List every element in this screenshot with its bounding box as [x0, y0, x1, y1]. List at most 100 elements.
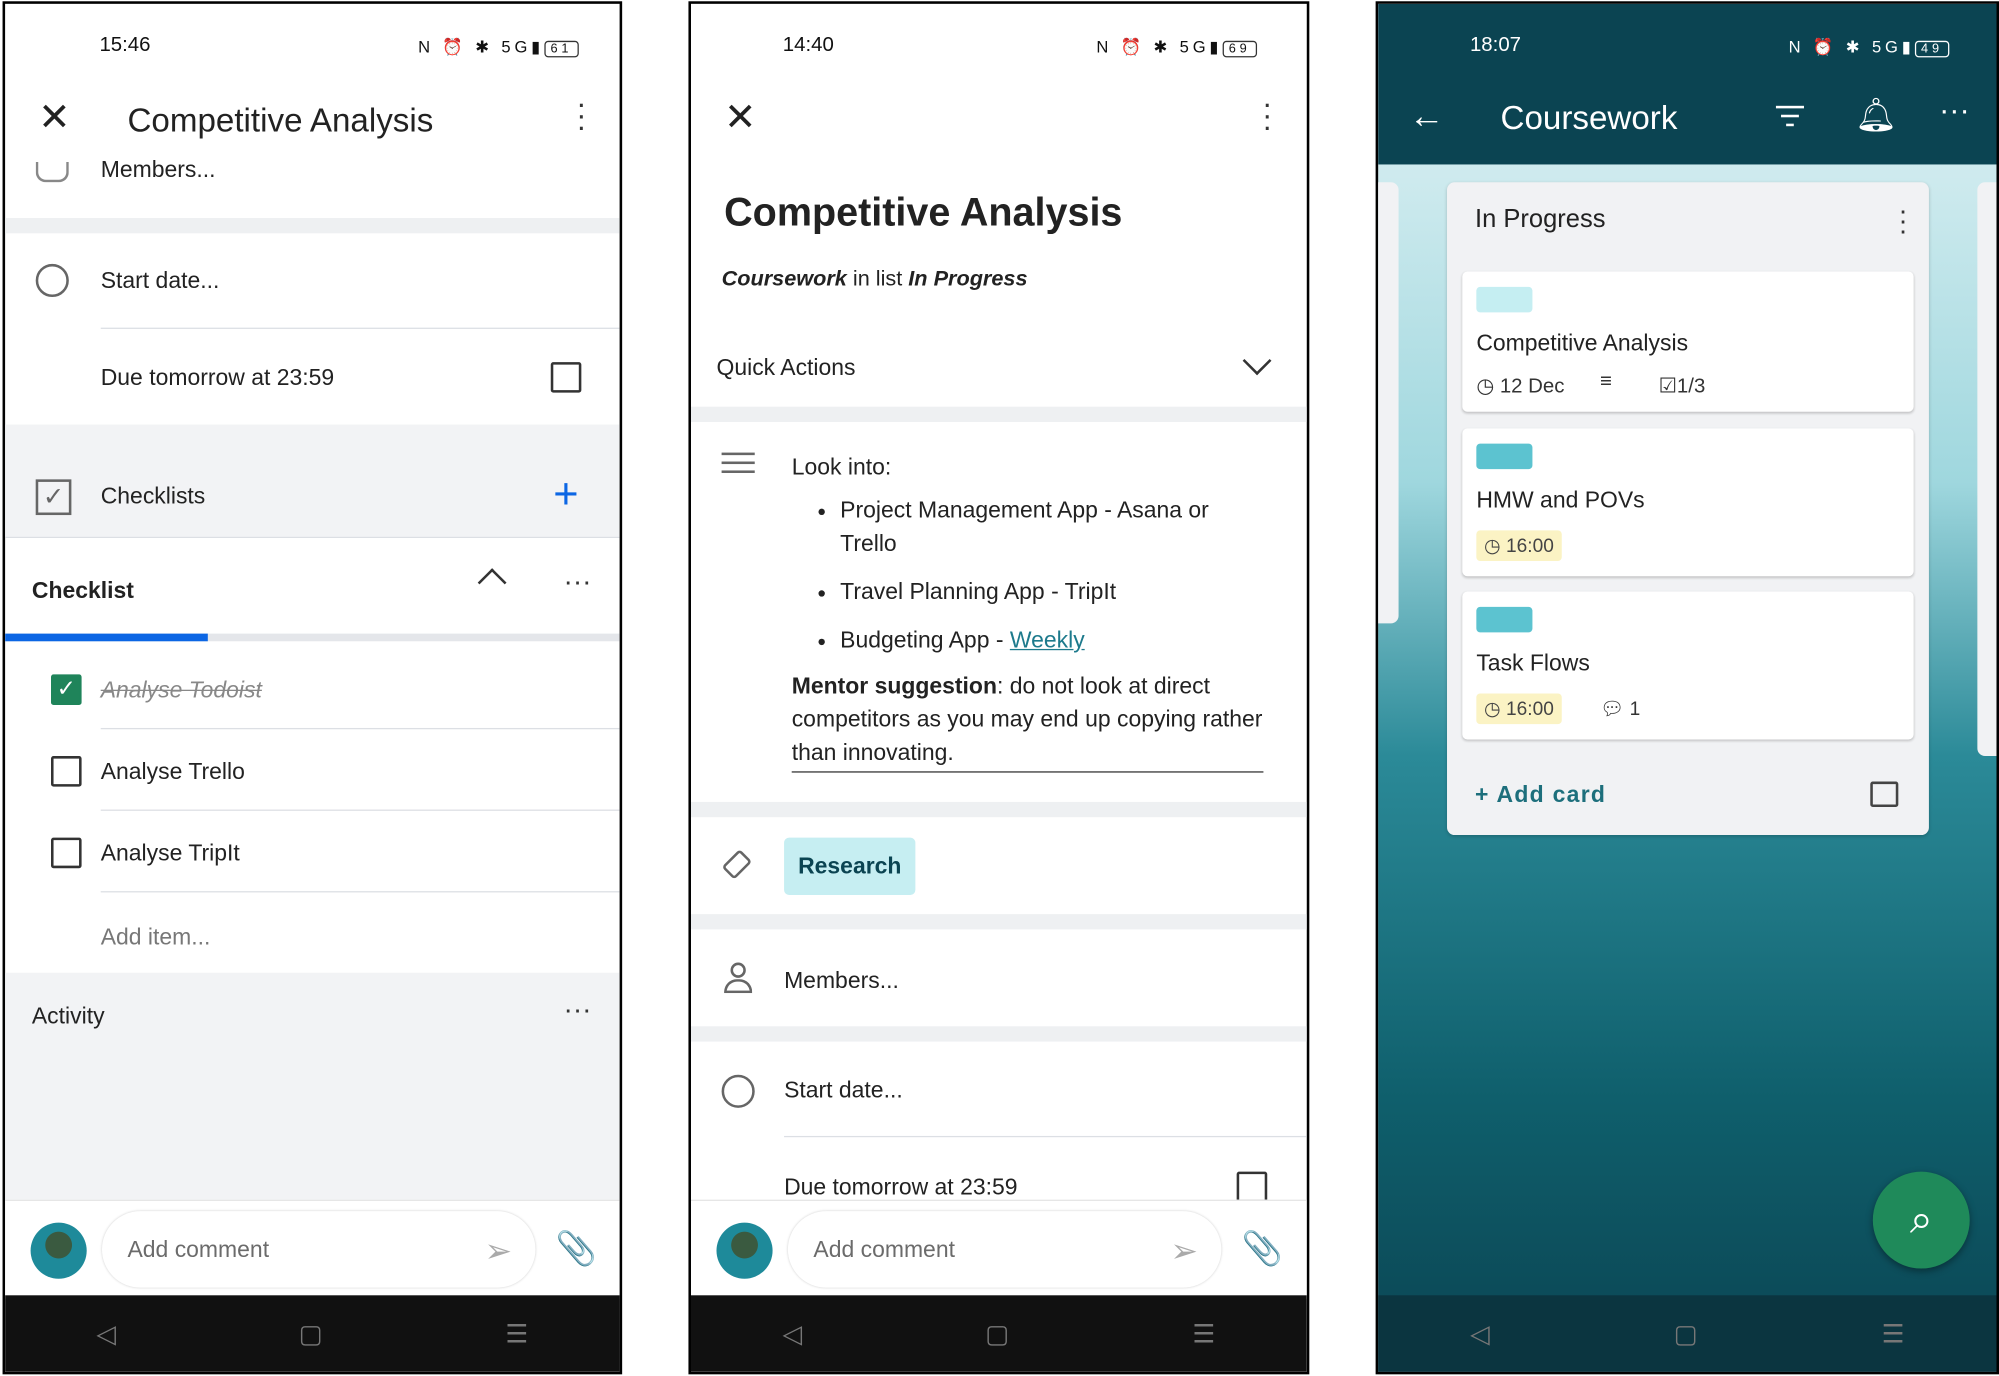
- app-bar: [1378, 3, 1997, 165]
- due-date[interactable]: Due tomorrow at 23:59: [784, 1174, 1017, 1201]
- checklist-title: Checklist: [31, 577, 134, 604]
- label-icon: [721, 849, 753, 880]
- clock-icon: ◷: [1476, 376, 1495, 398]
- back-nav-icon[interactable]: ◁: [783, 1318, 803, 1350]
- recents-nav-icon[interactable]: ☰: [1882, 1318, 1905, 1350]
- checklist-progress-bar: [5, 633, 620, 642]
- screen-board: 18:07 N ⏰ ✱ 5G▮ 49 ← Coursework 🔔︎ ··· In…: [1375, 1, 1999, 1375]
- description[interactable]: Look into: Project Management App - Asan…: [791, 450, 1264, 773]
- card-task-flows[interactable]: Task Flows ◷ 16:00 💬︎ 1: [1462, 591, 1914, 740]
- members-row[interactable]: Members...: [101, 157, 216, 185]
- add-card-button[interactable]: + Add card: [1475, 782, 1606, 809]
- due-complete-checkbox[interactable]: [550, 362, 582, 393]
- recents-nav-icon[interactable]: ☰: [505, 1318, 528, 1350]
- attachment-icon[interactable]: 📎: [1242, 1229, 1283, 1269]
- more-menu-icon[interactable]: · · ·: [1262, 89, 1272, 143]
- status-icons: N ⏰ ✱ 5G▮ 61: [418, 37, 579, 58]
- card-label: [1476, 443, 1533, 470]
- start-date[interactable]: Start date...: [784, 1077, 903, 1104]
- item-label: Analyse Trello: [100, 758, 245, 785]
- status-icons: N ⏰ ✱ 5G▮ 49: [1789, 37, 1950, 58]
- expand-chevron-icon[interactable]: [1242, 346, 1272, 376]
- due-badge: ◷ 12 Dec: [1476, 374, 1564, 399]
- add-item-input[interactable]: Add item...: [101, 924, 211, 951]
- comment-bar: Add comment ➢ 📎: [690, 1199, 1307, 1300]
- card-title: Task Flows: [1476, 650, 1590, 676]
- bullet-item: Budgeting App - Weekly: [840, 623, 1263, 656]
- card-label: [1476, 606, 1533, 633]
- recents-nav-icon[interactable]: ☰: [1192, 1318, 1215, 1350]
- status-icons: N ⏰ ✱ 5G▮ 69: [1096, 37, 1257, 58]
- add-image-card-icon[interactable]: [1870, 781, 1899, 808]
- send-icon[interactable]: ➢: [484, 1232, 512, 1272]
- comment-input[interactable]: Add comment: [787, 1211, 1222, 1288]
- list-link[interactable]: In Progress: [908, 266, 1027, 290]
- due-date[interactable]: Due tomorrow at 23:59: [101, 365, 334, 392]
- notifications-bell-icon[interactable]: 🔔︎: [1855, 96, 1897, 136]
- more-menu-icon[interactable]: · · ·: [576, 89, 586, 143]
- comment-input[interactable]: Add comment: [101, 1211, 536, 1288]
- home-nav-icon[interactable]: ▢: [1674, 1318, 1698, 1350]
- android-nav-bar: ◁ ▢ ☰: [1378, 1295, 1997, 1372]
- checklist-count: 1/3: [1676, 376, 1706, 398]
- add-checklist-icon[interactable]: +: [553, 470, 578, 520]
- comment-icon: 💬︎: [1599, 698, 1625, 721]
- status-time: 15:46: [99, 34, 151, 57]
- avatar: [716, 1222, 773, 1279]
- list-title: In Progress: [1475, 205, 1606, 234]
- send-icon[interactable]: ➢: [1170, 1232, 1198, 1272]
- item-checkbox[interactable]: ✓: [50, 674, 82, 706]
- members-row[interactable]: Members...: [784, 968, 899, 995]
- clock-icon: ◷: [1483, 535, 1501, 558]
- item-checkbox[interactable]: [50, 756, 82, 787]
- adjacent-list-right[interactable]: [1977, 182, 1997, 757]
- close-icon[interactable]: ✕: [38, 96, 70, 141]
- battery-level: 49: [1914, 40, 1950, 58]
- board-more-icon[interactable]: ···: [1939, 93, 1970, 129]
- checklist-badge: ☑1/3: [1659, 374, 1706, 399]
- back-nav-icon[interactable]: ◁: [1470, 1318, 1490, 1350]
- item-checkbox[interactable]: [50, 837, 82, 869]
- card-title: Competitive Analysis: [724, 189, 1123, 235]
- quick-actions-label[interactable]: Quick Actions: [716, 354, 855, 381]
- home-nav-icon[interactable]: ▢: [299, 1318, 323, 1350]
- close-icon[interactable]: ✕: [724, 96, 756, 141]
- item-label: Analyse TripIt: [100, 840, 240, 866]
- collapse-chevron-icon[interactable]: [477, 568, 507, 598]
- bullet-item: Travel Planning App - TripIt: [840, 575, 1263, 608]
- start-date[interactable]: Start date...: [101, 268, 220, 295]
- back-arrow-icon[interactable]: ←: [1409, 96, 1445, 137]
- board-title: Coursework: [1500, 98, 1678, 137]
- due-complete-checkbox[interactable]: [1236, 1171, 1268, 1203]
- filter-icon[interactable]: [1775, 105, 1804, 129]
- clock-icon: [721, 1074, 755, 1108]
- back-nav-icon[interactable]: ◁: [96, 1318, 116, 1350]
- description-icon: [721, 452, 755, 473]
- mentor-bold: Mentor suggestion: [791, 673, 997, 699]
- activity-more-icon[interactable]: ···: [564, 993, 592, 1026]
- label-chip-research[interactable]: Research: [784, 837, 916, 895]
- checklists-label: Checklists: [100, 483, 206, 509]
- checklist-more-icon[interactable]: ···: [564, 565, 592, 598]
- status-time: 14:40: [782, 34, 834, 57]
- adjacent-list-left[interactable]: [1378, 182, 1399, 624]
- weekly-link[interactable]: Weekly: [1010, 627, 1085, 652]
- bullet-item: Project Management App - Asana or Trello: [840, 493, 1263, 559]
- card-location: Coursework in list In Progress: [722, 266, 1028, 291]
- due-badge: ◷ 16:00: [1476, 530, 1562, 561]
- attachment-icon[interactable]: 📎: [556, 1229, 597, 1269]
- due-badge: ◷ 16:00: [1476, 693, 1562, 725]
- card-hmw-and-povs[interactable]: HMW and POVs ◷ 16:00: [1462, 428, 1914, 577]
- avatar: [30, 1222, 87, 1279]
- activity-label: Activity: [31, 1003, 105, 1029]
- search-fab-icon[interactable]: ⌕: [1872, 1171, 1970, 1269]
- card-title: Competitive Analysis: [127, 100, 434, 139]
- card-competitive-analysis[interactable]: Competitive Analysis ◷ 12 Dec ≡ ☑1/3: [1462, 271, 1914, 412]
- status-time: 18:07: [1469, 34, 1522, 57]
- list-more-icon[interactable]: · · ·: [1898, 196, 1907, 244]
- due-text: 12 Dec: [1499, 376, 1565, 398]
- android-nav-bar: ◁ ▢ ☰: [5, 1295, 620, 1372]
- board-link[interactable]: Coursework: [722, 266, 847, 290]
- card-label: [1476, 286, 1533, 313]
- home-nav-icon[interactable]: ▢: [985, 1318, 1009, 1350]
